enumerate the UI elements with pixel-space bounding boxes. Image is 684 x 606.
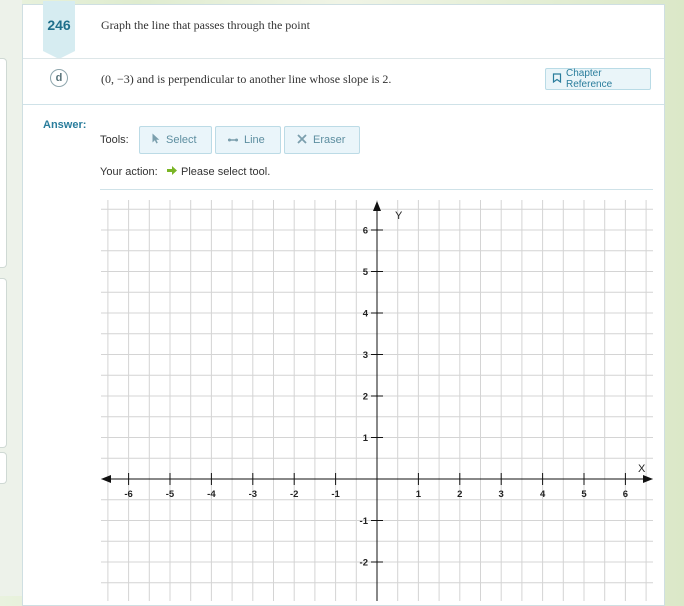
divider: [23, 104, 664, 105]
problem-number: 246: [47, 17, 71, 33]
y-tick-label: 4: [363, 309, 369, 320]
part-label: d: [50, 69, 68, 87]
bookmark-icon: [552, 72, 562, 86]
x-tick-label: 5: [581, 489, 587, 500]
y-tick-label: 2: [363, 392, 368, 403]
cursor-icon: [152, 133, 160, 147]
answer-label: Answer:: [43, 119, 87, 131]
question-part-text: (0, −3) and is perpendicular to another …: [101, 72, 392, 86]
action-status: Please select tool.: [167, 166, 270, 178]
x-axis-arrow-right: [643, 475, 653, 483]
chapter-reference-label: Chapter Reference: [566, 68, 613, 90]
x-tick-label: 3: [499, 489, 504, 500]
line-tool-button[interactable]: Line: [215, 126, 281, 154]
x-tick-label: 2: [457, 489, 462, 500]
your-action-label: Your action:: [100, 166, 158, 178]
problem-number-badge: 246: [43, 1, 75, 59]
y-tick-label: 5: [363, 267, 369, 278]
select-tool-button[interactable]: Select: [139, 126, 212, 154]
x-axis-arrow-left: [101, 475, 111, 483]
x-tick-label: 4: [540, 489, 546, 500]
y-tick-label: -2: [360, 558, 368, 569]
x-tick-label: -3: [249, 489, 257, 500]
y-axis-arrow-up: [373, 201, 381, 211]
y-axis-label: Y: [395, 210, 403, 222]
x-tick-label: -6: [124, 489, 132, 500]
left-card-edge: [0, 58, 7, 268]
line-icon: [228, 134, 238, 146]
x-axis-label: X: [638, 463, 646, 475]
x-tick-label: -5: [166, 489, 175, 500]
divider: [100, 189, 653, 190]
question-text: Graph the line that passes through the p…: [101, 18, 310, 32]
x-tick-label: 1: [416, 489, 422, 500]
chapter-reference-button[interactable]: Chapter Reference: [545, 68, 651, 90]
left-card-edge: [0, 278, 7, 448]
select-tool-label: Select: [166, 134, 197, 146]
x-tick-label: -4: [207, 489, 216, 500]
x-tick-label: 6: [623, 489, 628, 500]
line-tool-label: Line: [244, 134, 265, 146]
y-tick-label: 1: [363, 433, 369, 444]
action-status-text: Please select tool.: [181, 166, 271, 178]
x-tick-label: -2: [290, 489, 298, 500]
y-tick-label: 3: [363, 350, 368, 361]
divider: [23, 58, 664, 59]
tools-label: Tools:: [100, 134, 129, 146]
y-tick-label: -1: [360, 516, 369, 527]
eraser-tool-button[interactable]: Eraser: [284, 126, 360, 154]
x-tick-label: -1: [331, 489, 340, 500]
eraser-tool-label: Eraser: [313, 134, 346, 146]
eraser-icon: [297, 133, 307, 147]
left-card-edge: [0, 452, 7, 484]
coordinate-graph[interactable]: X Y -6 -5 -4 -3 -2 -1 1 2 3 4 5 6 6 5 4 3 2 1 -1 -2: [101, 196, 661, 601]
problem-panel: 246 Graph the line that passes through t…: [22, 1, 665, 606]
arrow-right-icon: [167, 166, 177, 178]
y-tick-label: 6: [363, 226, 368, 237]
